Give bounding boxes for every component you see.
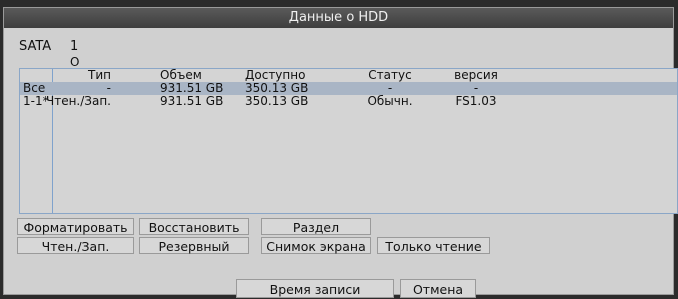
cancel-button[interactable]: Отмена	[400, 279, 476, 298]
row-type: Чтен./Зап.	[45, 94, 111, 108]
row-size: 931.51 GB	[160, 94, 224, 108]
row-id: 1-1*	[23, 94, 49, 108]
read-write-button[interactable]: Чтен./Зап.	[17, 237, 134, 254]
sata-number: 1	[70, 39, 79, 54]
row-available: 350.13 GB	[245, 94, 309, 108]
dialog-title: Данные о HDD	[4, 8, 673, 28]
read-only-button[interactable]: Только чтение	[377, 237, 490, 254]
sata-label: SATA	[19, 39, 52, 54]
hdd-info-dialog: Данные о HDD SATA 1 O Тип Объем Доступно…	[3, 7, 678, 298]
backup-button[interactable]: Резервный	[139, 237, 249, 254]
restore-button[interactable]: Восстановить	[139, 218, 249, 235]
snapshot-button[interactable]: Снимок экрана	[261, 237, 371, 254]
row-status: Обычн.	[367, 94, 413, 108]
record-time-button[interactable]: Время записи	[236, 279, 394, 298]
partition-button[interactable]: Раздел	[261, 218, 371, 235]
table-row[interactable]: Все - 931.51 GB 350.13 GB - -	[20, 82, 677, 95]
row-version: FS1.03	[455, 94, 497, 108]
table-row[interactable]: 1-1* Чтен./Зап. 931.51 GB 350.13 GB Обыч…	[20, 95, 677, 108]
disk-list-table[interactable]: Тип Объем Доступно Статус версия Все - 9…	[19, 68, 678, 214]
format-button[interactable]: Форматировать	[17, 218, 134, 235]
table-header-row: Тип Объем Доступно Статус версия	[20, 69, 677, 82]
sata-port-indicator: O	[70, 55, 80, 69]
